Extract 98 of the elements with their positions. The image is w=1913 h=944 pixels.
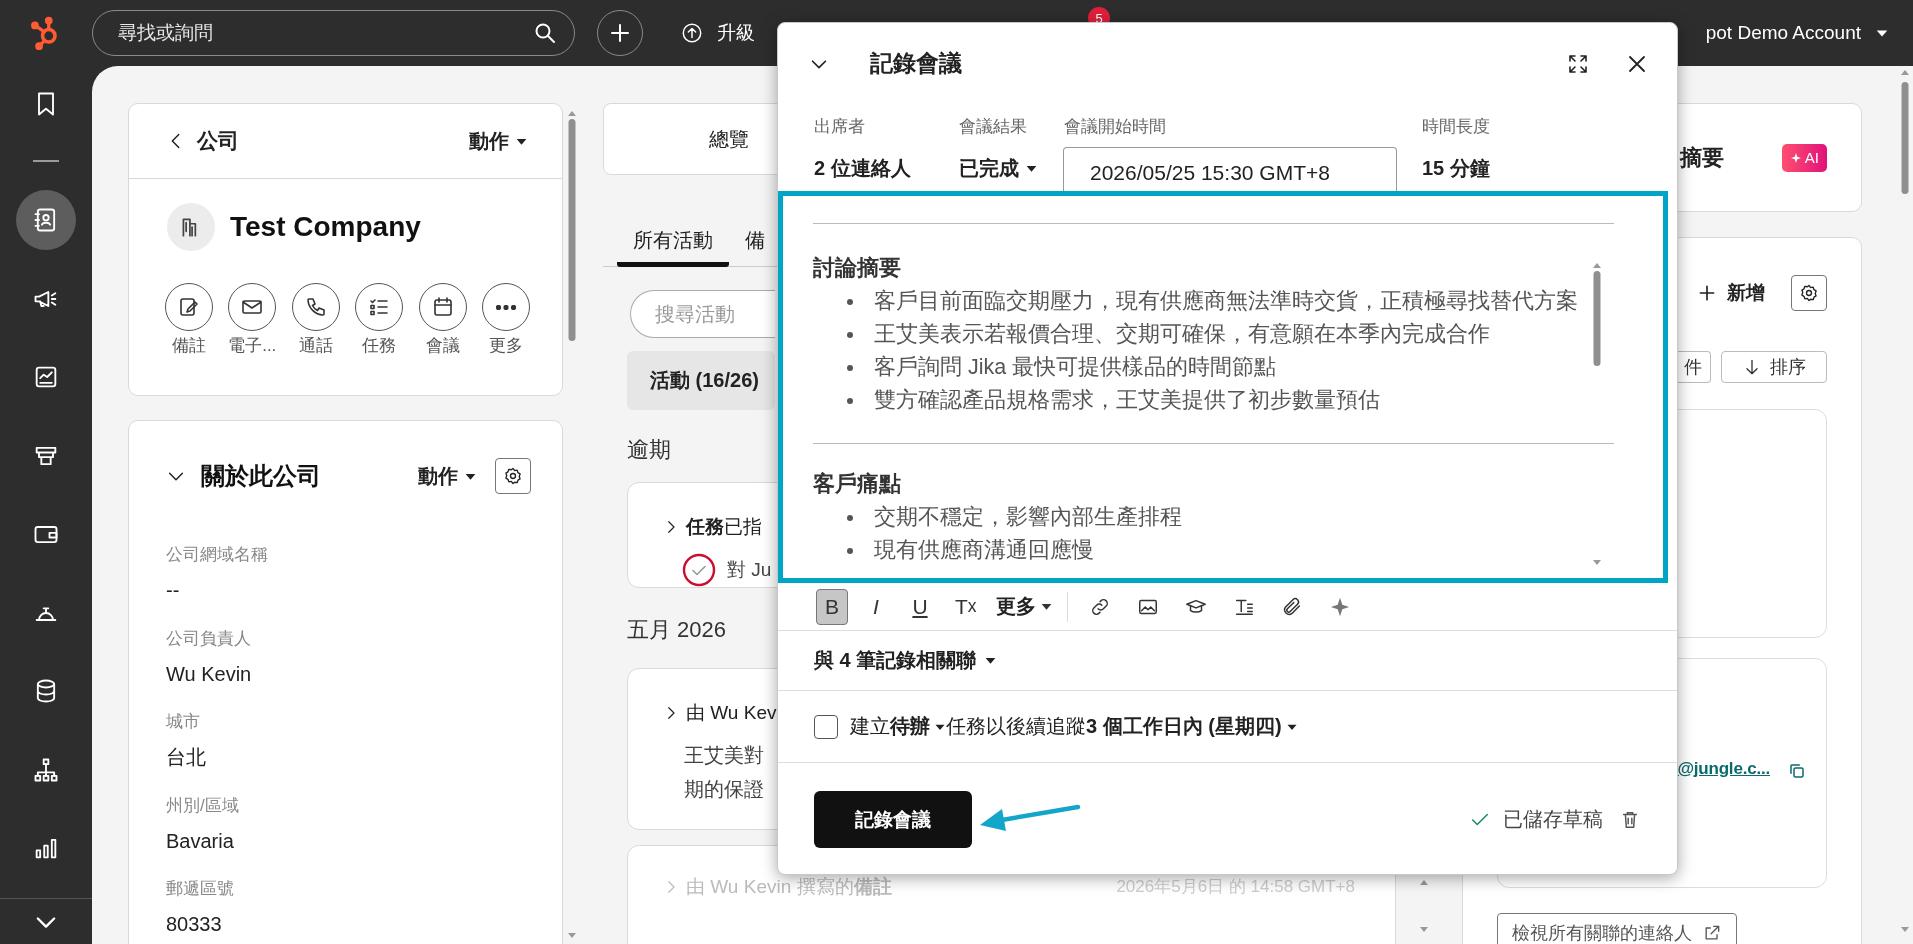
copy-icon: [1788, 762, 1806, 780]
field-value: Bavaria: [166, 828, 235, 854]
submit-button[interactable]: 記錄會議: [814, 791, 972, 848]
follow-up-label: 任務以後續追蹤: [946, 714, 1086, 739]
field-value: --: [166, 578, 181, 603]
bullet-icon: [847, 364, 853, 371]
field-label: 出席者: [814, 116, 866, 138]
action-label: 電子...: [228, 335, 277, 357]
account-menu[interactable]: pot Demo Account: [1705, 22, 1889, 44]
quick-action-button[interactable]: [355, 283, 404, 331]
field-label: 公司負責人: [166, 627, 252, 650]
checkbox[interactable]: [814, 714, 838, 739]
note-text: 王艾美對: [684, 743, 765, 768]
check-circle-icon: [682, 553, 716, 587]
settings-button[interactable]: [495, 458, 531, 494]
action-label: 通話: [298, 335, 333, 357]
bullet-text: 客戶詢問 Jika 最快可提供樣品的時間節點: [874, 354, 1277, 381]
task-type-dropdown[interactable]: 待辦: [890, 713, 946, 740]
bullet-text: 雙方確認產品規格需求，王艾美提供了初步數量預估: [874, 387, 1380, 414]
actions-dropdown[interactable]: 動作: [418, 462, 477, 490]
tab[interactable]: 備: [729, 205, 781, 267]
field-value: Wu Kevin: [166, 661, 253, 687]
more-icon: [496, 304, 517, 310]
quick-action-button[interactable]: [291, 283, 340, 331]
outcome-dropdown[interactable]: 已完成: [959, 153, 1038, 183]
bullet-icon: [847, 397, 853, 404]
notes-heading: 客戶痛點: [813, 471, 902, 498]
due-date-dropdown[interactable]: 3 個工作日內 (星期四): [1086, 713, 1298, 740]
date-field[interactable]: 2026/05/25 15:30 GMT+8: [1063, 147, 1397, 191]
format-button[interactable]: I: [860, 588, 892, 625]
nav-item[interactable]: [16, 190, 76, 250]
back-link[interactable]: 公司: [165, 127, 239, 155]
action-label: 更多: [489, 335, 524, 357]
format-button[interactable]: U: [904, 588, 936, 625]
bullet-text: 交期不穩定，影響內部生產排程: [874, 504, 1182, 531]
settings-icon: [503, 466, 523, 486]
company-name: Test Company: [230, 211, 421, 243]
panel-title: 摘要: [1679, 143, 1724, 172]
search-field[interactable]: 搜尋活動: [630, 290, 775, 338]
quick-action-button[interactable]: [228, 283, 277, 331]
settings-button[interactable]: [1791, 275, 1827, 311]
activity-title: 由 Wu Kevin 撰寫的備註: [686, 875, 892, 899]
action-label: 備註: [171, 335, 206, 357]
bullet-text: 客戶目前面臨交期壓力，現有供應商無法準時交貨，正積極尋找替代方案: [874, 288, 1578, 315]
bullet-icon: [847, 331, 853, 338]
field-value: 台北: [166, 745, 207, 770]
activity-title: 由 Wu Kev: [686, 701, 777, 725]
task-detail: 對 Ju: [727, 558, 772, 582]
notes-heading: 討論摘要: [813, 255, 902, 282]
quick-action-button[interactable]: [418, 283, 467, 331]
settings-icon: [1799, 283, 1819, 303]
action-label: 任務: [362, 335, 397, 357]
sort-button[interactable]: 排序: [1721, 351, 1827, 383]
email-link[interactable]: @jungle.c...: [1677, 759, 1770, 779]
bullet-icon: [847, 514, 853, 521]
bullet-text: 王艾美表示若報價合理、交期可確保，有意願在本季內完成合作: [874, 321, 1490, 348]
actions-dropdown[interactable]: 動作: [469, 127, 528, 155]
group-heading: 五月 2026: [627, 616, 728, 644]
field-label: 會議開始時間: [1064, 116, 1167, 138]
field-label: 時間長度: [1422, 116, 1491, 138]
search-icon: [533, 21, 557, 45]
tab[interactable]: 總覽: [604, 104, 776, 174]
field-label: 城市: [166, 711, 201, 733]
section-title: 關於此公司: [201, 461, 321, 491]
notes-editor[interactable]: 討論摘要 客戶目前面臨交期壓力，現有供應商無法準時交貨，正積極尋找替代方案 王艾美表示若報價合理、交期可確保，有意願在本季內完成合作 客戶詢問 Jika 最快可提供樣品的時間節點 雙方確認產品規格需求，王艾美提供了初步數量預估 客戶痛點 交期不穩定，影響內部生產排程 現有供應商溝通回應慢: [778, 191, 1668, 583]
upgrade-button[interactable]: 升級: [681, 20, 755, 46]
plus-icon: [608, 21, 632, 45]
quick-action-button[interactable]: [164, 283, 213, 331]
draft-status: 已儲存草稿: [1503, 807, 1603, 832]
filter-chip[interactable]: 活動 (16/26): [627, 351, 775, 410]
view-all-button[interactable]: 檢視所有關聯的連絡人: [1497, 913, 1737, 944]
note-text: 期的保證: [684, 777, 765, 802]
field-label: 公司網域名稱: [166, 544, 269, 566]
field-value: 2 位連絡人: [814, 156, 912, 181]
upload-icon: [681, 22, 703, 44]
field-value: 80333: [166, 912, 223, 937]
add-button[interactable]: 新增: [1697, 280, 1765, 306]
bullet-text: 現有供應商溝通回應慢: [874, 537, 1094, 564]
plus-icon: [1697, 283, 1717, 303]
activity-title: 任務已指: [686, 515, 762, 539]
field-label: 會議結果: [959, 116, 1028, 138]
field-value: 15 分鐘: [1422, 156, 1491, 181]
field-label: 州別/區域: [166, 794, 240, 817]
follow-up-label: 建立: [850, 714, 890, 739]
quick-action-button[interactable]: [482, 283, 531, 331]
more-dropdown[interactable]: 更多: [995, 593, 1053, 620]
associations-dropdown[interactable]: 與 4 筆記錄相關聯: [814, 647, 998, 674]
bullet-icon: [847, 547, 853, 554]
tab[interactable]: 所有活動: [617, 205, 729, 267]
filter-button[interactable]: 件: [1676, 351, 1711, 383]
modal-title: 記錄會議: [870, 49, 962, 78]
ai-badge[interactable]: AI: [1781, 143, 1827, 172]
field-label: 郵遞區號: [166, 878, 235, 900]
search-field[interactable]: 尋找或詢問: [92, 10, 575, 56]
action-label: 會議: [425, 335, 460, 357]
bullet-icon: [847, 298, 853, 305]
group-heading: 逾期: [627, 436, 672, 464]
format-button[interactable]: B: [816, 588, 848, 625]
